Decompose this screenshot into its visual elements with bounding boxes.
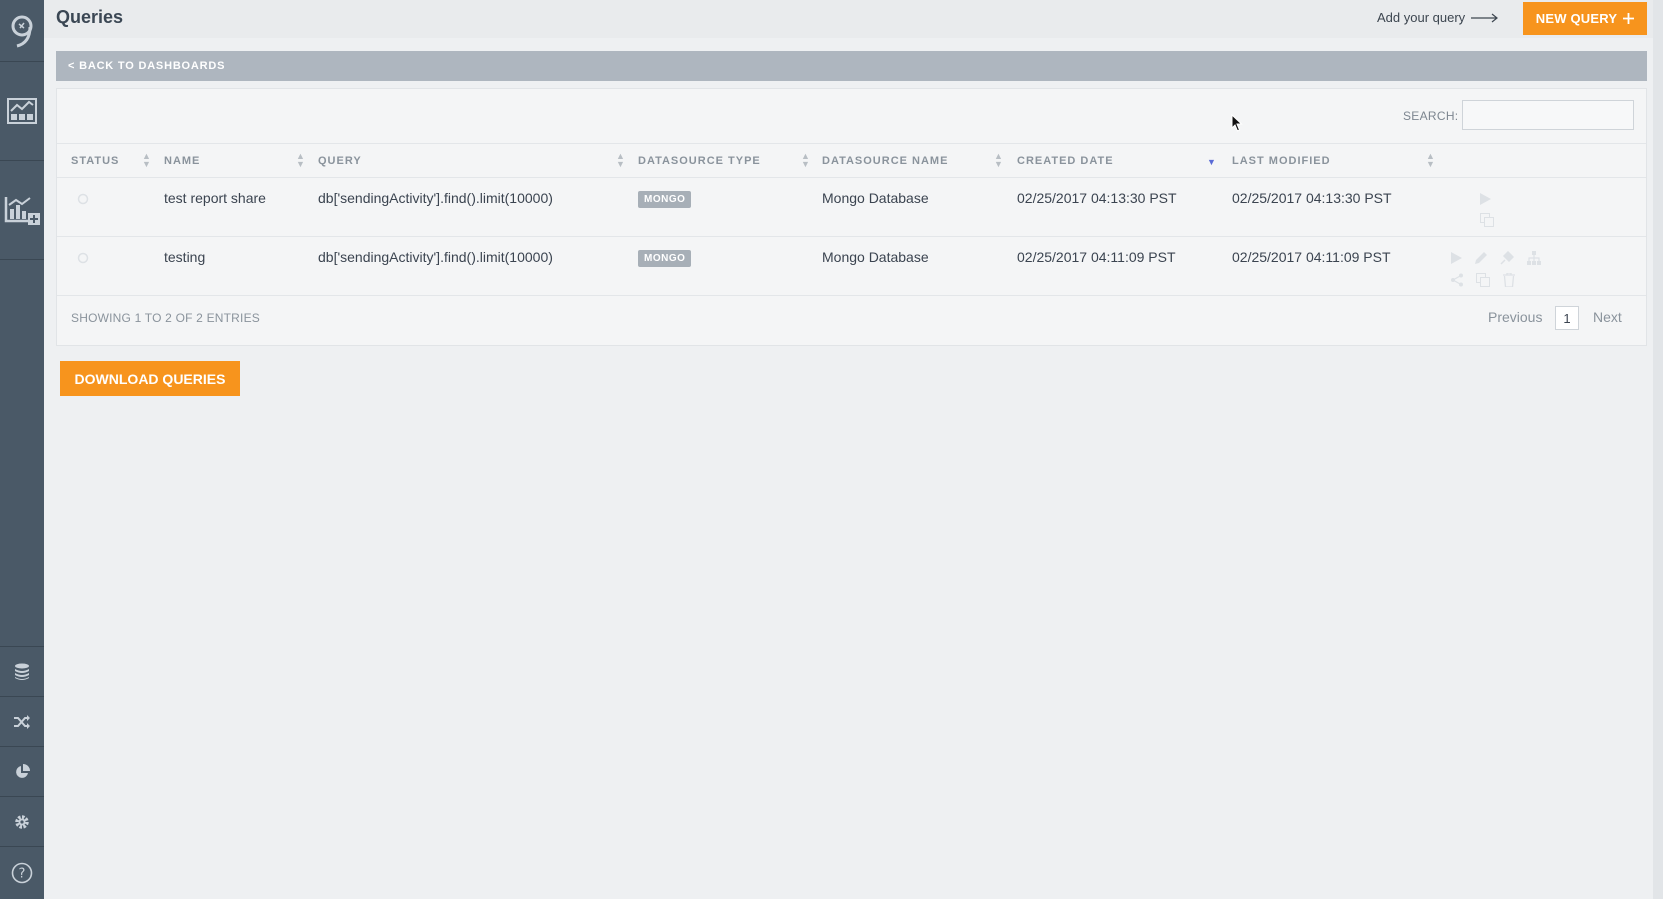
queries-table-panel: SEARCH: STATUS ▲ ▼ NAME ▲ ▼ QUERY ▲ ▼ DATAS… (56, 88, 1647, 346)
table-header: STATUS ▲ ▼ NAME ▲ ▼ QUERY ▲ ▼ DATASOURCE TY… (57, 143, 1646, 178)
play-icon[interactable] (1447, 249, 1465, 267)
datasource-type-badge: MONGO (638, 191, 692, 208)
new-query-label: NEW QUERY (1535, 11, 1618, 26)
created-date: 02/25/2017 04:11:09 PST (1017, 249, 1176, 265)
logo-icon (11, 15, 33, 47)
add-query-hint-text: Add your query (1377, 10, 1466, 25)
plug-icon[interactable] (1498, 249, 1516, 267)
svg-text:?: ? (19, 867, 26, 882)
last-modified: 02/25/2017 04:13:30 PST (1232, 190, 1392, 206)
pagination-previous[interactable]: Previous (1488, 309, 1542, 325)
sort-icon[interactable]: ▲ ▼ (994, 152, 1003, 169)
table-row: test report share db['sendingActivity'].… (57, 178, 1646, 237)
trash-icon[interactable] (1500, 271, 1518, 289)
sidebar-item-help[interactable]: ? (0, 847, 44, 899)
add-query-hint: Add your query (1377, 10, 1499, 25)
query-name[interactable]: testing (164, 249, 205, 265)
pagination-page[interactable]: 1 (1555, 306, 1579, 330)
last-modified: 02/25/2017 04:11:09 PST (1232, 249, 1391, 265)
back-to-dashboards-link[interactable]: < BACK TO DASHBOARDS (56, 51, 1647, 81)
gear-icon (15, 814, 29, 829)
created-date: 02/25/2017 04:13:30 PST (1017, 190, 1177, 206)
col-status[interactable]: STATUS (71, 155, 119, 167)
entries-info: SHOWING 1 TO 2 OF 2 ENTRIES (71, 311, 260, 325)
sidebar-item-datasources[interactable] (0, 647, 44, 697)
sort-icon[interactable]: ▲ ▼ (801, 152, 810, 169)
mouse-cursor-icon (1231, 114, 1243, 132)
shuffle-icon (14, 714, 30, 729)
sort-icon[interactable]: ▲ ▼ (296, 152, 305, 169)
status-icon (77, 192, 89, 210)
sidebar-item-dashboards[interactable] (0, 62, 44, 161)
dashboard-icon (7, 98, 37, 124)
share-icon[interactable] (1448, 271, 1466, 289)
copy-icon[interactable] (1478, 211, 1496, 229)
help-icon: ? (11, 862, 33, 884)
col-created-date[interactable]: CREATED DATE (1017, 155, 1114, 167)
copy-icon[interactable] (1474, 271, 1492, 289)
pagination-next[interactable]: Next (1593, 309, 1622, 325)
query-name[interactable]: test report share (164, 190, 266, 206)
table-row: testing db['sendingActivity'].find().lim… (57, 237, 1646, 296)
edit-icon[interactable] (1472, 249, 1490, 267)
page-title: Queries (56, 7, 124, 27)
query-text: db['sendingActivity'].find().limit(10000… (318, 249, 553, 265)
col-datasource-name[interactable]: DATASOURCE NAME (822, 155, 948, 167)
hierarchy-icon[interactable] (1525, 249, 1543, 267)
database-icon (15, 663, 29, 680)
col-query[interactable]: QUERY (318, 155, 362, 167)
search-input[interactable] (1462, 100, 1634, 130)
col-name[interactable]: NAME (164, 155, 200, 167)
sidebar-item-settings[interactable] (0, 797, 44, 847)
query-text: db['sendingActivity'].find().limit(10000… (318, 190, 553, 206)
sort-desc-icon[interactable]: ▼ (1207, 158, 1216, 167)
download-queries-button[interactable]: DOWNLOAD QUERIES (60, 361, 240, 396)
play-icon[interactable] (1476, 190, 1494, 208)
plus-icon (1623, 13, 1635, 24)
sort-icon[interactable]: ▲ ▼ (142, 152, 151, 169)
main-content: Queries Add your query NEW QUERY < BACK … (44, 0, 1663, 899)
app-logo[interactable] (0, 0, 44, 62)
sort-icon[interactable]: ▲ ▼ (616, 152, 625, 169)
sidebar-item-workflows[interactable] (0, 697, 44, 747)
col-last-modified[interactable]: LAST MODIFIED (1232, 155, 1331, 167)
pie-chart-icon (16, 763, 30, 778)
datasource-name: Mongo Database (822, 249, 929, 265)
sidebar-item-reports[interactable] (0, 747, 44, 797)
datasource-type-badge: MONGO (638, 250, 692, 267)
sidebar: ? (0, 0, 44, 899)
top-bar: Queries Add your query NEW QUERY (44, 0, 1663, 38)
datasource-name: Mongo Database (822, 190, 929, 206)
new-query-button[interactable]: NEW QUERY (1523, 2, 1647, 35)
col-datasource-type[interactable]: DATASOURCE TYPE (638, 155, 761, 167)
sidebar-item-add-chart[interactable] (0, 161, 44, 260)
add-chart-icon (4, 197, 40, 225)
status-icon (77, 251, 89, 269)
search-label: SEARCH: (1403, 109, 1459, 123)
arrow-right-icon (1471, 13, 1499, 22)
sort-icon[interactable]: ▲ ▼ (1426, 152, 1435, 169)
